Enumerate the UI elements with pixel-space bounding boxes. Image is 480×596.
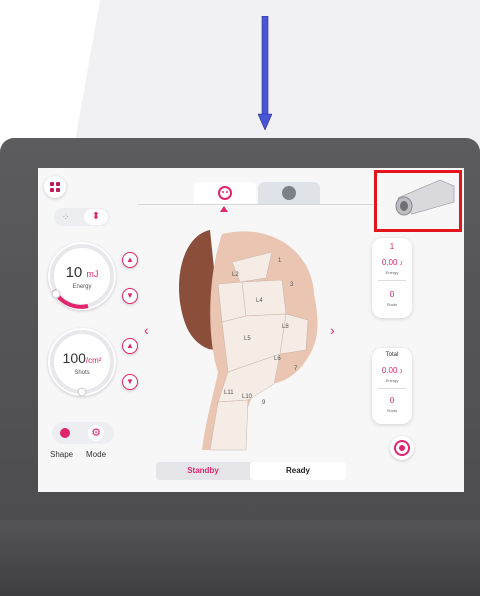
shots-up-button[interactable]: ▲ [122,338,138,354]
total-energy-label: Energy [385,378,399,383]
energy-unit: mJ [86,269,99,279]
gear-icon[interactable]: ⚙ [88,425,104,441]
zone-1: 1 [278,258,282,264]
energy-up-button[interactable]: ▲ [122,252,138,268]
zone-energy-label: Energy [385,270,399,275]
zone-l8: L8 [282,324,289,330]
zone-l2: L2 [232,272,239,278]
grid-icon[interactable] [44,176,66,198]
chevron-left-icon[interactable]: ‹ [144,322,149,338]
handpiece-highlight [374,170,462,232]
zone-info-panel: 1 0.00 J Energy 0 Shots [372,238,412,318]
tab-body[interactable] [258,182,320,204]
shots-down-button[interactable]: ▼ [122,374,138,390]
ready-button[interactable]: Ready [250,462,346,480]
mode-label: Mode [86,450,107,459]
zone-energy-value: 0.00 [381,258,398,267]
total-divider [378,388,406,389]
total-energy-value: 0.00 [381,366,398,375]
total-shots-value: 0 [389,396,395,405]
zone-9: 9 [262,400,266,406]
shape-mode-toggle[interactable]: ⚙ [52,422,114,444]
total-shots-label: Shots [386,408,398,413]
total-energy-unit: J [399,369,403,375]
circle-dot-icon[interactable] [60,428,70,438]
energy-label: Energy [72,284,92,290]
energy-dial[interactable]: 10 mJ Energy [48,242,116,310]
zone-l6: L6 [274,356,281,362]
zone-l5: L5 [244,336,251,342]
shots-value: 100 [62,350,86,366]
face-icon [218,186,232,200]
mode-toggle[interactable]: ⁘ ⬍ [54,208,110,226]
standby-button[interactable]: Standby [156,462,250,480]
shots-dial[interactable]: 100/cm² Shots [48,328,116,397]
refresh-icon[interactable] [390,436,414,460]
energy-value: 10 [65,264,83,281]
zone-l4: L4 [256,298,263,304]
shots-unit: /cm² [85,356,102,365]
tab-indicator-icon [220,206,228,212]
tab-face[interactable] [194,182,256,204]
down-arrow-icon [258,16,272,130]
zone-divider [378,280,406,281]
zone-shots-value: 0 [389,290,395,299]
total-title: Total [385,352,399,358]
zone-7: 7 [294,366,298,372]
shape-label: Shape [50,450,74,459]
status-bar: Standby Ready [156,462,346,480]
face-illustration [179,230,318,451]
head-profile-icon [282,186,296,200]
zone-index: 1 [389,242,395,251]
energy-down-button[interactable]: ▼ [122,288,138,304]
dots-icon[interactable]: ⁘ [62,212,72,222]
zone-energy-unit: J [399,261,403,267]
device-base [0,520,480,596]
zone-l11: L11 [224,390,234,396]
tab-underline [138,204,378,205]
shots-label: Shots [74,370,90,376]
zone-3: 3 [290,282,294,288]
stamp-icon[interactable]: ⬍ [84,209,108,225]
zone-shots-label: Shots [386,302,398,307]
zone-l10: L10 [242,394,253,400]
total-panel: Total 0.00 J Energy 0 Shots [372,348,412,424]
